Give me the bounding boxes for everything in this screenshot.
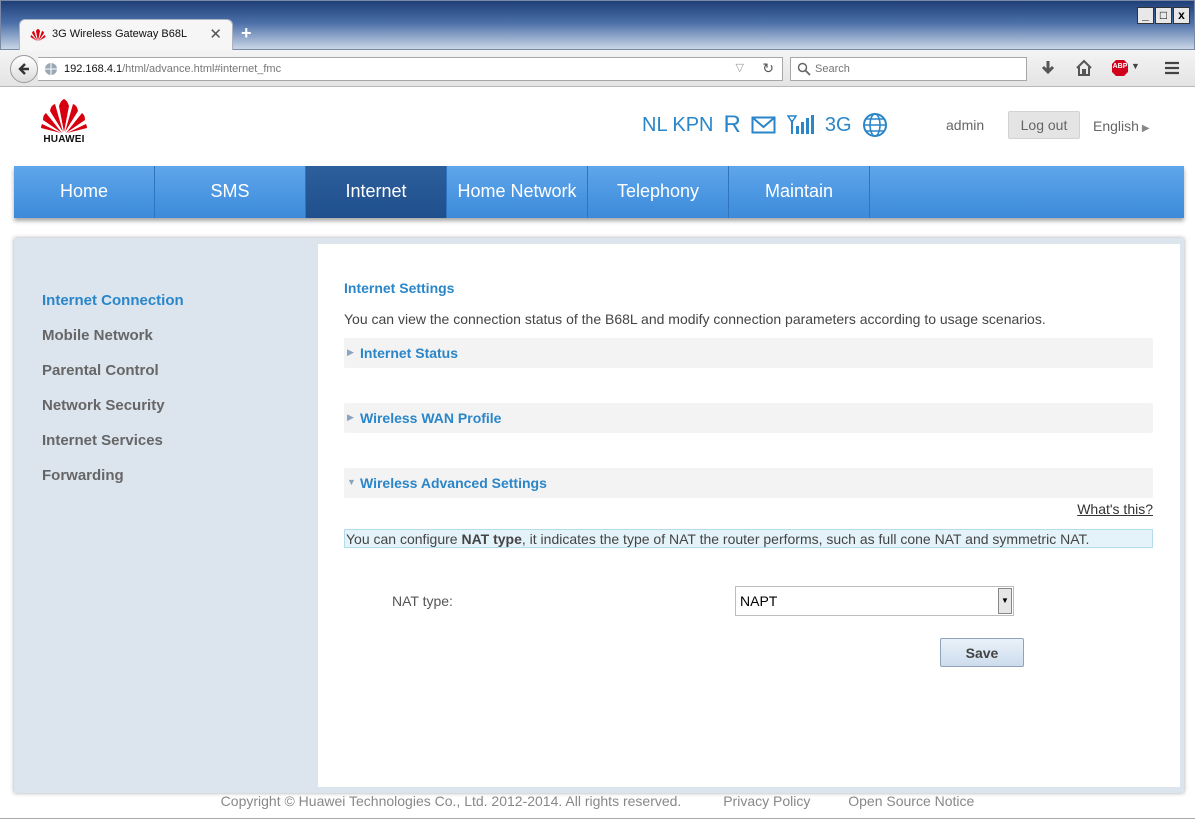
caret-down-icon: ▼ — [347, 477, 356, 487]
privacy-policy-link[interactable]: Privacy Policy — [723, 793, 810, 809]
back-arrow-icon — [18, 63, 29, 75]
nav-telephony[interactable]: Telephony — [588, 166, 729, 218]
nat-type-label: NAT type: — [392, 593, 453, 609]
close-window-button[interactable]: x — [1173, 7, 1190, 24]
language-selector[interactable]: English ▶ — [1093, 118, 1150, 134]
back-button[interactable] — [10, 55, 38, 83]
adblock-dropdown-icon[interactable]: ▼ — [1131, 61, 1140, 71]
settings-panel: Internet Settings You can view the conne… — [318, 244, 1180, 787]
huawei-logo-icon — [41, 99, 87, 133]
network-type: 3G — [824, 113, 852, 136]
reload-icon[interactable]: ↻ — [762, 60, 774, 77]
maximize-button[interactable]: □ — [1155, 7, 1172, 24]
language-label: English — [1093, 118, 1139, 134]
copyright-text: Copyright © Huawei Technologies Co., Ltd… — [220, 793, 682, 809]
adblock-button[interactable]: ABP — [1111, 59, 1129, 77]
status-bar: NL KPN R 3G — [642, 110, 888, 140]
page-title: Internet Settings — [344, 280, 455, 296]
globe-status-icon — [862, 113, 887, 137]
nat-type-value: NAPT — [740, 593, 778, 609]
main-nav: Home SMS Internet Home Network Telephony… — [14, 166, 1184, 218]
nat-type-select[interactable]: NAPT ▼ — [735, 586, 1014, 616]
search-input[interactable] — [815, 61, 1015, 77]
adblock-label: ABP — [1112, 63, 1128, 70]
section-title: Wireless WAN Profile — [360, 410, 502, 426]
page-description: You can view the connection status of th… — [344, 311, 1046, 327]
nav-maintain[interactable]: Maintain — [729, 166, 870, 218]
notice-prefix: You can configure — [346, 531, 462, 547]
sidebar-item-mobile-network[interactable]: Mobile Network — [42, 327, 153, 344]
search-bar[interactable] — [790, 57, 1027, 81]
sidebar-item-parental-control[interactable]: Parental Control — [42, 362, 159, 379]
nav-home[interactable]: Home — [14, 166, 155, 218]
save-button[interactable]: Save — [940, 638, 1024, 667]
info-notice: You can configure NAT type, it indicates… — [344, 529, 1153, 548]
nav-internet[interactable]: Internet — [306, 166, 447, 218]
url-text: 192.168.4.1/html/advance.html#internet_f… — [64, 63, 281, 75]
search-icon — [797, 62, 811, 76]
content-frame: Internet Connection Mobile Network Paren… — [14, 238, 1184, 793]
nav-sms[interactable]: SMS — [155, 166, 306, 218]
browser-titlebar: 3G Wireless Gateway B68L ✕ + _ □ x — [0, 0, 1195, 51]
section-wireless-advanced-settings[interactable]: ▼ Wireless Advanced Settings — [344, 468, 1153, 498]
section-internet-status[interactable]: ▶ Internet Status — [344, 338, 1153, 368]
window-controls: _ □ x — [1137, 7, 1190, 24]
new-tab-button[interactable]: + — [241, 23, 252, 44]
signal-strength-icon — [786, 115, 814, 134]
download-icon[interactable] — [1039, 59, 1057, 77]
username: admin — [946, 117, 985, 133]
nav-home-network[interactable]: Home Network — [447, 166, 588, 218]
section-title: Wireless Advanced Settings — [360, 475, 547, 491]
chevron-down-icon[interactable]: ▼ — [998, 588, 1012, 614]
sidebar-item-network-security[interactable]: Network Security — [42, 397, 165, 414]
sidebar-item-internet-connection[interactable]: Internet Connection — [42, 292, 184, 309]
tab-title: 3G Wireless Gateway B68L — [52, 28, 188, 40]
section-title: Internet Status — [360, 345, 459, 361]
sidebar-item-forwarding[interactable]: Forwarding — [42, 467, 124, 484]
operator-name: NL KPN — [642, 113, 714, 136]
tab-close-icon[interactable]: ✕ — [209, 25, 222, 43]
url-dropdown-icon[interactable]: ▽ — [736, 61, 744, 74]
huawei-logo: HUAWEI — [40, 98, 88, 148]
roaming-indicator: R — [723, 111, 741, 138]
url-host: 192.168.4.1 — [64, 63, 123, 75]
logo-text: HUAWEI — [43, 134, 85, 145]
browser-toolbar: 192.168.4.1/html/advance.html#internet_f… — [0, 50, 1195, 87]
sidebar: Internet Connection Mobile Network Paren… — [14, 238, 318, 793]
sidebar-item-internet-services[interactable]: Internet Services — [42, 432, 163, 449]
open-source-notice-link[interactable]: Open Source Notice — [848, 793, 974, 809]
minimize-button[interactable]: _ — [1137, 7, 1154, 24]
hamburger-menu-icon[interactable] — [1163, 59, 1181, 77]
url-path: /html/advance.html#internet_fmc — [122, 63, 282, 75]
notice-suffix: , it indicates the type of NAT the route… — [521, 531, 1090, 547]
url-bar[interactable]: 192.168.4.1/html/advance.html#internet_f… — [38, 57, 783, 81]
section-wireless-wan-profile[interactable]: ▶ Wireless WAN Profile — [344, 403, 1153, 433]
mail-icon[interactable] — [751, 115, 777, 135]
caret-right-icon: ▶ — [347, 347, 354, 357]
browser-tab[interactable]: 3G Wireless Gateway B68L ✕ — [19, 19, 233, 51]
notice-bold: NAT type — [461, 531, 522, 547]
caret-right-icon: ▶ — [347, 412, 354, 422]
home-icon[interactable] — [1075, 59, 1093, 77]
globe-icon — [45, 63, 57, 75]
footer: Copyright © Huawei Technologies Co., Ltd… — [0, 793, 1195, 809]
caret-right-icon: ▶ — [1141, 123, 1150, 134]
whats-this-link[interactable]: What's this? — [1077, 501, 1153, 517]
huawei-favicon-icon — [30, 29, 46, 41]
router-page: HUAWEI NL KPN R 3G admin Log out English… — [0, 88, 1195, 819]
logout-button[interactable]: Log out — [1008, 111, 1080, 139]
